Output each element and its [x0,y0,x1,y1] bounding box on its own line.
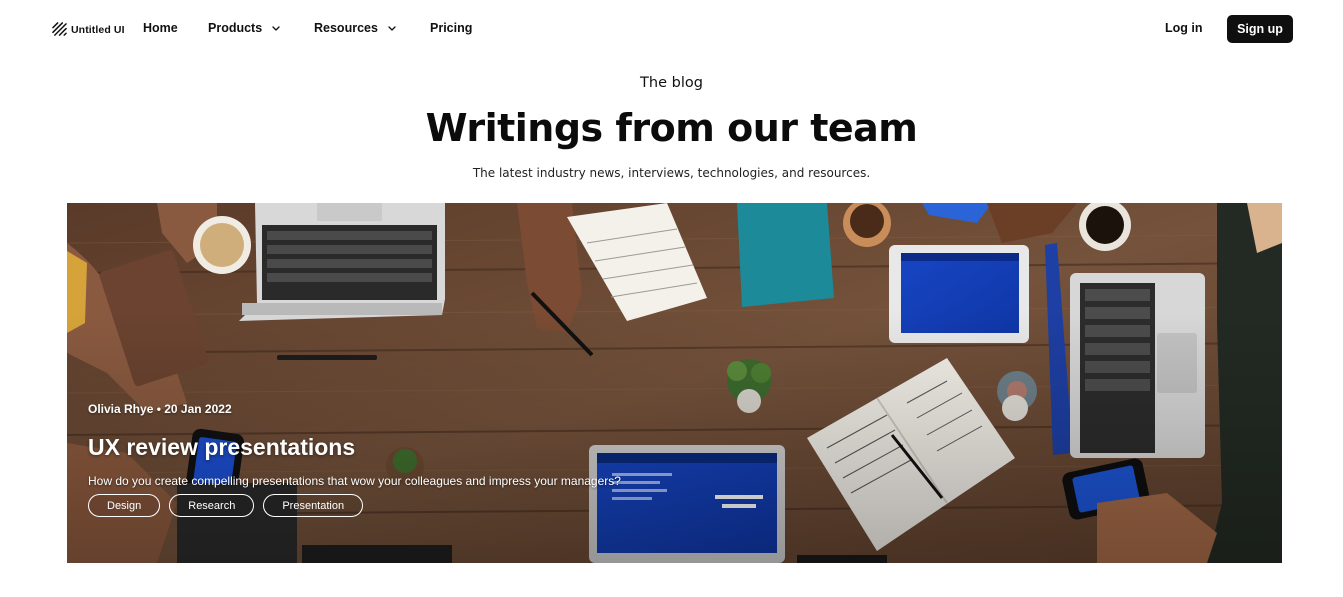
post-title[interactable]: UX review presentations [88,434,355,461]
tag-design[interactable]: Design [88,494,161,517]
featured-post-card[interactable]: Olivia Rhye • 20 Jan 2022 UX review pres… [67,203,1282,563]
nav-item-home[interactable]: Home [143,21,178,35]
tag-presentation[interactable]: Presentation [263,494,364,517]
nav-item-label: Pricing [430,21,473,35]
top-navigation: Untitled UI Home Products Resources Pric… [0,0,1343,58]
nav-item-label: Resources [314,21,378,35]
nav-item-label: Home [143,21,178,35]
nav-item-resources[interactable]: Resources [314,21,396,35]
signup-button[interactable]: Sign up [1227,15,1293,43]
page-subtitle: The latest industry news, interviews, te… [472,166,871,180]
tag-research[interactable]: Research [169,494,255,517]
login-link[interactable]: Log in [1165,21,1203,35]
section-eyebrow: The blog [640,75,703,91]
page-title: Writings from our team [425,106,918,150]
post-description: How do you create compelling presentatio… [88,474,621,488]
chevron-down-icon [272,25,280,31]
stripes-logo-icon [52,22,67,36]
nav-item-products[interactable]: Products [208,21,280,35]
chevron-down-icon [388,25,396,31]
post-tags: Design Research Presentation [88,494,364,517]
brand-logo[interactable]: Untitled UI [52,22,125,37]
nav-item-label: Products [208,21,263,35]
nav-item-pricing[interactable]: Pricing [430,21,472,35]
brand-name: Untitled UI [71,23,125,36]
post-meta: Olivia Rhye • 20 Jan 2022 [88,402,232,416]
